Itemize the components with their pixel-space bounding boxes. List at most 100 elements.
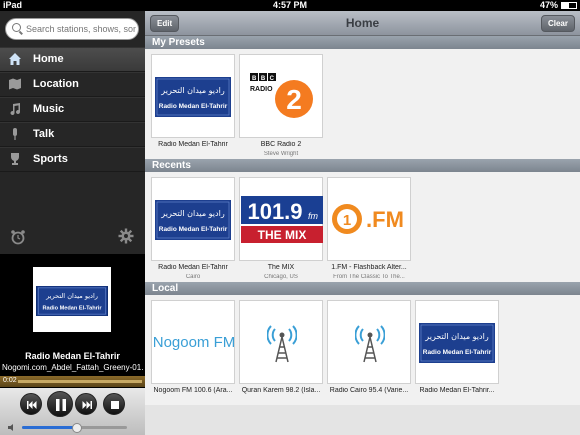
- top-bar: Edit Home Clear: [145, 11, 580, 36]
- home-icon: [9, 53, 21, 65]
- station-artwork: راديو ميدان التحرير Radio Medan El-Tahri…: [151, 54, 235, 138]
- the-mix-logo: 101.9 fm THE MIX: [241, 196, 323, 243]
- svg-text:Radio Medan El-Tahrir: Radio Medan El-Tahrir: [42, 305, 102, 311]
- now-playing-artwork: راديو ميدان التحرير Radio Medan El-Tahri…: [33, 267, 111, 332]
- station-subtitle: Chicago, US: [264, 274, 298, 280]
- svg-text:راديو ميدان التحرير: راديو ميدان التحرير: [160, 86, 225, 95]
- search-icon: [12, 23, 21, 32]
- svg-text:Nogoom FM: Nogoom FM: [154, 334, 234, 351]
- section-header-local: Local: [145, 282, 580, 295]
- station-subtitle: Cairo: [185, 274, 201, 280]
- now-playing-station: Radio Medan El-Tahrir: [25, 351, 120, 361]
- volume-level: [22, 426, 77, 429]
- bbc-radio-2-logo: BBC RADIO 2: [250, 73, 313, 118]
- stop-icon: [111, 401, 119, 409]
- music-note-icon: [10, 103, 21, 116]
- station-name: The MIX: [267, 264, 295, 271]
- sidebar-item-location[interactable]: Location: [0, 72, 145, 97]
- sidebar-item-home[interactable]: Home: [0, 47, 145, 72]
- station-name: Nogoom FM 100.6 (Ara...: [153, 387, 233, 394]
- svg-text:fm: fm: [308, 211, 319, 221]
- station-name: Radio Medan El-Tahrir...: [419, 387, 495, 394]
- station-name: 1.FM - Flashback Alter...: [331, 264, 407, 271]
- sidebar-item-music[interactable]: Music: [0, 97, 145, 122]
- search-box[interactable]: [5, 18, 139, 40]
- station-name: Radio Medan El-Tahrir: [158, 141, 228, 148]
- svg-text:101.9: 101.9: [247, 199, 302, 224]
- sidebar: Home Location Music Talk Sports راديو مي…: [0, 11, 145, 435]
- page-title: Home: [345, 16, 380, 30]
- sidebar-item-label: Sports: [33, 153, 68, 165]
- station-artwork: BBC RADIO 2: [239, 54, 323, 138]
- progress-track: [18, 380, 142, 383]
- volume-knob[interactable]: [71, 423, 82, 433]
- svg-text:راديو ميدان التحرير: راديو ميدان التحرير: [160, 209, 225, 218]
- previous-icon: [27, 401, 37, 409]
- now-playing-panel: راديو ميدان التحرير Radio Medan El-Tahri…: [0, 254, 145, 435]
- sidebar-item-label: Talk: [33, 128, 55, 140]
- nogoom-fm-logo: Nogoom FM: [154, 334, 234, 351]
- station-name: Radio Cairo 95.4 (Varie...: [329, 387, 409, 394]
- station-artwork: Nogoom FM: [151, 300, 235, 384]
- station-logo: راديو ميدان التحرير Radio Medan El-Tahri…: [155, 77, 231, 117]
- station-subtitle: From The Classic To The...: [333, 274, 405, 280]
- speaker-icon: [8, 424, 13, 431]
- volume-slider[interactable]: [8, 422, 138, 433]
- trophy-icon: [11, 153, 19, 165]
- sidebar-bottom-tools: [0, 226, 145, 251]
- status-bar: iPad 4:57 PM 47%: [0, 0, 580, 11]
- sidebar-item-label: Home: [33, 53, 64, 65]
- radio-tower-icon: [355, 325, 385, 363]
- playback-progress: 0:02: [0, 376, 145, 387]
- svg-text:راديو ميدان التحرير: راديو ميدان التحرير: [45, 292, 98, 300]
- station-logo: راديو ميدان التحرير Radio Medan El-Tahri…: [419, 323, 495, 363]
- clear-button[interactable]: Clear: [540, 15, 575, 32]
- svg-text:2: 2: [286, 84, 302, 115]
- station-artwork: [239, 300, 323, 384]
- alarm-clock-icon[interactable]: [10, 229, 26, 245]
- playback-controls: [0, 388, 145, 435]
- search-input[interactable]: [26, 21, 136, 37]
- next-button[interactable]: [75, 393, 97, 415]
- battery-percent: 47%: [539, 0, 558, 10]
- stop-button[interactable]: [103, 393, 125, 415]
- now-playing-track: Nogomi.com_Abdel_Fattah_Greeny-01....: [2, 363, 143, 372]
- station-artwork: راديو ميدان التحرير Radio Medan El-Tahri…: [415, 300, 499, 384]
- station-subtitle: Steve Wright: [263, 151, 299, 157]
- main-content: Edit Home Clear My Presets راديو ميدان ا…: [145, 11, 580, 435]
- presets-row: راديو ميدان التحرير Radio Medan El-Tahri…: [145, 49, 580, 159]
- svg-text:Radio Medan El-Tahrir: Radio Medan El-Tahrir: [159, 103, 228, 110]
- svg-text:.FM: .FM: [366, 207, 404, 232]
- svg-text:THE MIX: THE MIX: [258, 228, 307, 242]
- battery-icon: [561, 2, 577, 9]
- recents-row: راديو ميدان التحرير Radio Medan El-Tahri…: [145, 172, 580, 282]
- sidebar-item-label: Music: [33, 103, 65, 115]
- svg-text:Radio Medan El-Tahrir: Radio Medan El-Tahrir: [159, 226, 228, 233]
- svg-text:BBC: BBC: [252, 76, 275, 82]
- station-logo: راديو ميدان التحرير Radio Medan El-Tahri…: [155, 200, 231, 240]
- svg-text:Radio Medan El-Tahrir: Radio Medan El-Tahrir: [423, 349, 492, 356]
- microphone-icon: [13, 128, 17, 140]
- gear-icon[interactable]: [118, 228, 134, 244]
- radio-tower-icon: [267, 325, 297, 363]
- station-logo: راديو ميدان التحرير Radio Medan El-Tahri…: [36, 286, 108, 316]
- station-artwork: [327, 300, 411, 384]
- sidebar-item-talk[interactable]: Talk: [0, 122, 145, 147]
- local-row: Nogoom FM Nogoom FM 100.6 (Ara... Quran …: [145, 295, 580, 405]
- station-name: Quran Karem 98.2 (Isla...: [241, 387, 321, 394]
- station-artwork: 101.9 fm THE MIX: [239, 177, 323, 261]
- station-name: BBC Radio 2: [260, 141, 302, 148]
- sidebar-nav: Home Location Music Talk Sports: [0, 47, 145, 172]
- elapsed-time: 0:02: [3, 377, 17, 384]
- pause-button[interactable]: [47, 391, 73, 417]
- svg-text:راديو ميدان التحرير: راديو ميدان التحرير: [424, 332, 489, 341]
- sidebar-item-label: Location: [33, 78, 79, 90]
- previous-button[interactable]: [20, 393, 42, 415]
- volume-track[interactable]: [22, 423, 127, 433]
- station-artwork: راديو ميدان التحرير Radio Medan El-Tahri…: [151, 177, 235, 261]
- sidebar-item-sports[interactable]: Sports: [0, 147, 145, 172]
- 1fm-logo: 1 .FM: [332, 204, 404, 234]
- next-icon: [82, 401, 92, 409]
- map-icon: [9, 78, 21, 90]
- section-header-recents: Recents: [145, 159, 580, 172]
